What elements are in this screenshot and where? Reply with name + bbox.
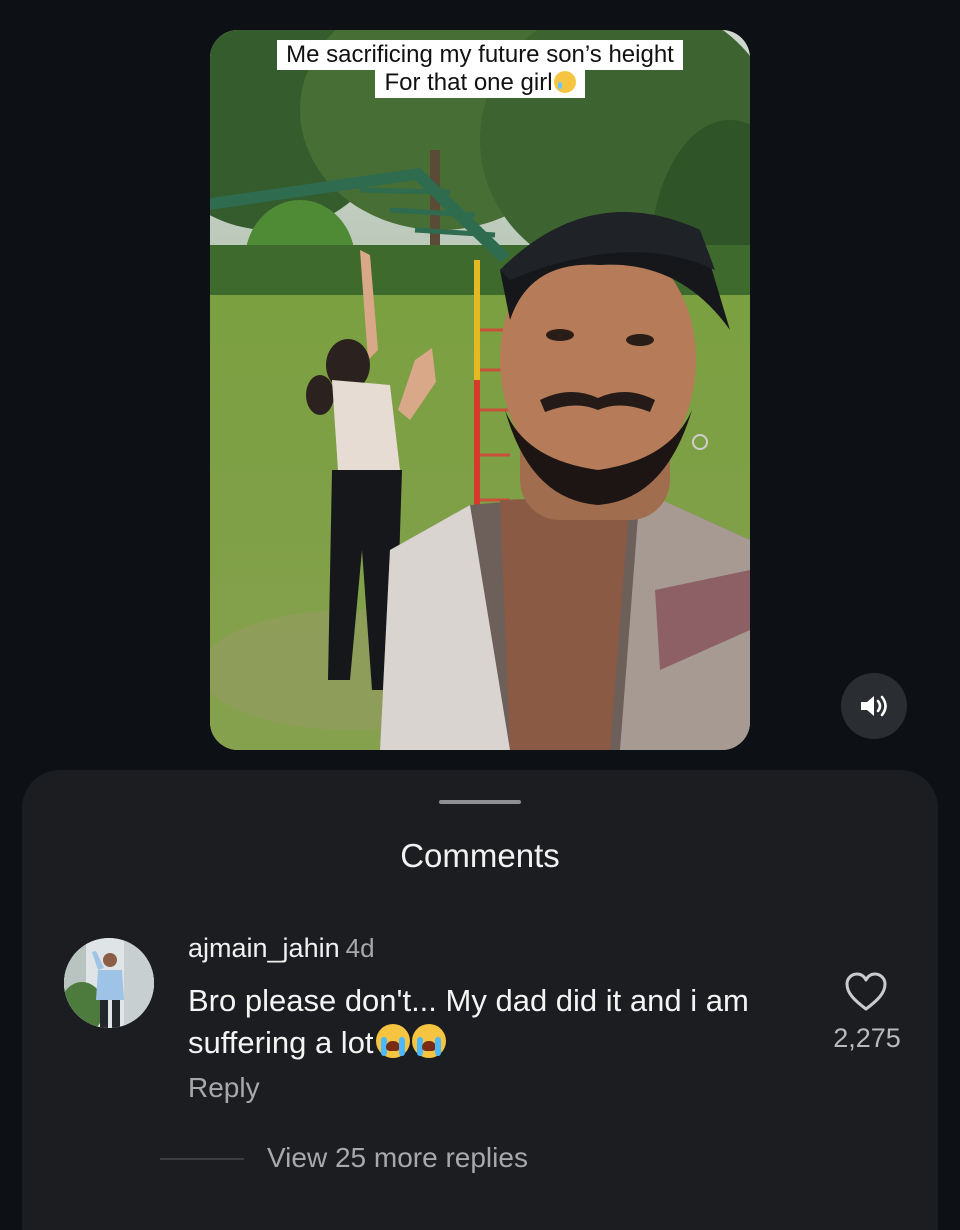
comment-text: Bro please don't... My dad did it and i … (188, 983, 749, 1060)
crying-face-emoji-icon (553, 71, 576, 93)
loudly-crying-face-emoji-icon (411, 1024, 446, 1058)
caption-line-2-text: For that one girl (384, 69, 553, 96)
comments-title: Comments (400, 837, 560, 874)
video-preview[interactable]: Me sacrificing my future son’s height Fo… (210, 30, 750, 750)
speaker-sound-on-icon (861, 695, 887, 717)
comments-sheet: Comments ajmain_jahin 4d Bro please don't… (22, 770, 938, 1230)
caption-line-2: For that one girl (375, 68, 585, 98)
view-more-replies-button[interactable]: View 25 more replies (267, 1140, 528, 1176)
like-count: 2,275 (833, 1023, 901, 1053)
avatar[interactable] (64, 938, 154, 1028)
avatar-image (64, 938, 154, 1028)
video-frame (210, 30, 750, 750)
loudly-crying-face-emoji-icon (375, 1024, 410, 1058)
sound-toggle-button[interactable] (841, 673, 907, 739)
video-caption: Me sacrificing my future son’s height Fo… (210, 40, 750, 98)
heart-outline-icon[interactable] (844, 972, 888, 1012)
comment-username[interactable]: ajmain_jahin (188, 933, 340, 963)
comment-timestamp: 4d (345, 933, 375, 963)
sheet-drag-handle[interactable] (439, 800, 521, 804)
comment-body: Bro please don't... My dad did it and i … (188, 980, 808, 1064)
replies-divider (160, 1158, 244, 1160)
caption-line-1: Me sacrificing my future son’s height (277, 40, 683, 70)
reply-button[interactable]: Reply (188, 1070, 260, 1106)
comment-header: ajmain_jahin 4d (188, 930, 375, 966)
